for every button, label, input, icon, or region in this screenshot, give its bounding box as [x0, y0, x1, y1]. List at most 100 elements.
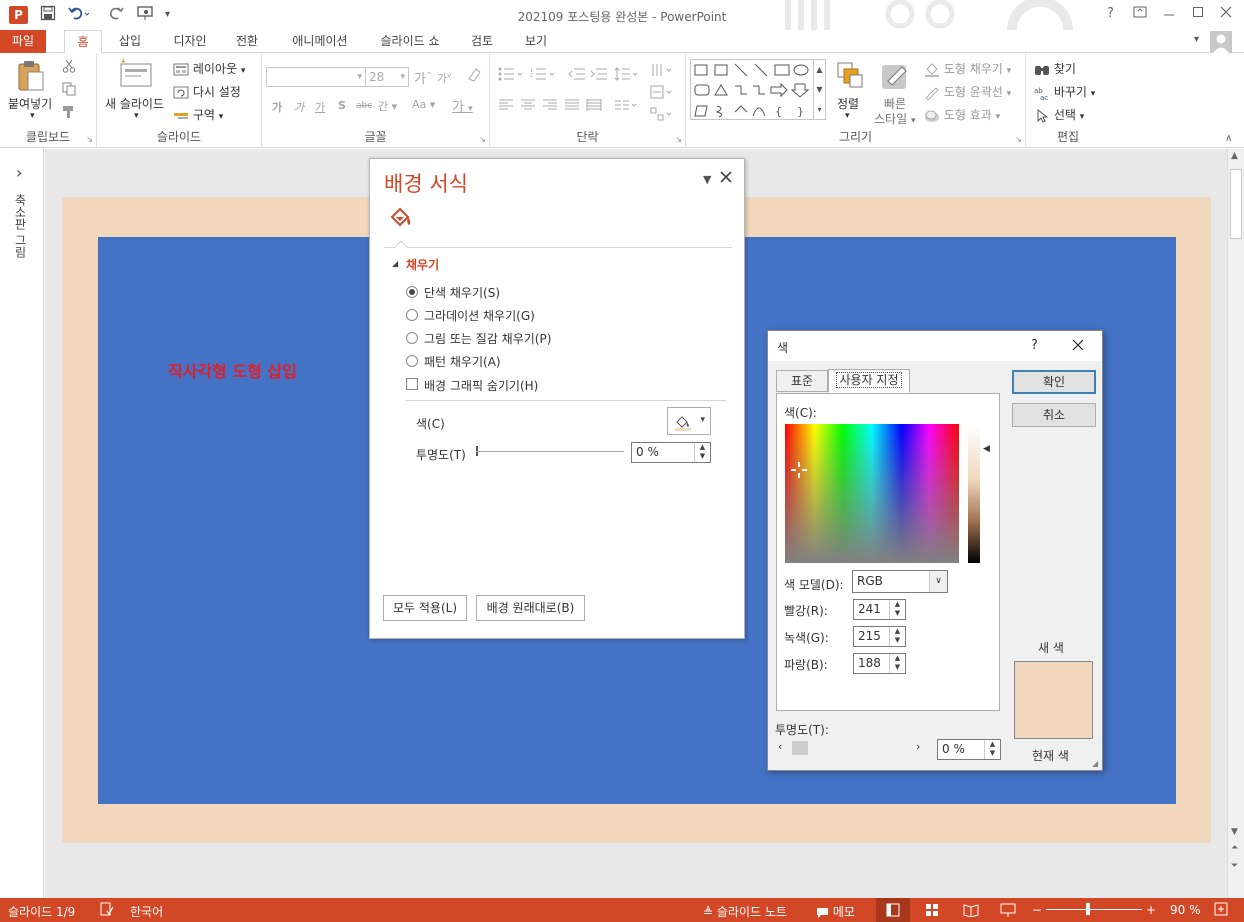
green-input[interactable]: 215 ▲ ▼ [853, 626, 906, 647]
gradient-fill-label[interactable]: 그라데이션 채우기(G) [424, 307, 535, 324]
align-text-icon[interactable] [650, 85, 676, 102]
tab-standard[interactable]: 표준 [776, 370, 828, 392]
arrange-button[interactable]: 정렬 [837, 95, 859, 112]
font-color-icon[interactable]: 가 ▾ [452, 96, 473, 115]
bold-icon[interactable]: 가 [272, 99, 282, 115]
account-dropdown-icon[interactable]: ▾ [1194, 34, 1199, 45]
tab-view[interactable]: 보기 [516, 30, 556, 53]
language-indicator[interactable]: 한국어 [130, 903, 163, 920]
zoom-slider-thumb[interactable] [1086, 903, 1090, 915]
shapes-gallery-scroll[interactable]: ▲ ▼ ▾ [813, 59, 826, 120]
picture-fill-label[interactable]: 그림 또는 질감 채우기(P) [424, 330, 551, 347]
section-collapse-icon[interactable]: ◢ [392, 259, 398, 268]
normal-view-button[interactable] [876, 898, 910, 922]
collapse-ribbon-icon[interactable]: ∧ [1225, 133, 1232, 144]
zoom-in-icon[interactable]: + [1146, 903, 1156, 917]
cut-icon[interactable] [62, 59, 76, 76]
change-case-icon[interactable]: Aa ▾ [412, 98, 435, 111]
radio-pattern-fill[interactable] [406, 355, 418, 367]
shapes-gallery[interactable]: {} [690, 59, 814, 120]
dialog-transparency-spinner-icon[interactable]: ▲ ▼ [984, 740, 1000, 759]
slideshow-view-icon[interactable] [1000, 903, 1016, 920]
drawing-launcher-icon[interactable]: ↘ [1015, 135, 1022, 144]
zoom-slider[interactable] [1046, 903, 1142, 915]
cancel-button[interactable]: 취소 [1012, 403, 1096, 427]
pattern-fill-label[interactable]: 패턴 채우기(A) [424, 353, 501, 370]
red-spinner-icon[interactable]: ▲ ▼ [889, 600, 905, 619]
luminance-pointer-icon[interactable]: ◀ [983, 444, 990, 454]
smartart-icon[interactable] [650, 107, 676, 124]
blue-spinner-icon[interactable]: ▲ ▼ [889, 654, 905, 673]
resize-grip-icon[interactable]: ◢ [1092, 759, 1098, 768]
reset-slide-button[interactable]: 다시 설정 [173, 83, 241, 100]
solid-fill-label[interactable]: 단색 채우기(S) [424, 284, 500, 301]
hide-graphics-checkbox[interactable] [406, 378, 418, 390]
tab-home[interactable]: 홈 [64, 30, 102, 54]
paragraph-launcher-icon[interactable]: ↘ [675, 135, 682, 144]
scroll-up-icon[interactable]: ▲ [1231, 151, 1238, 161]
quick-styles-icon[interactable] [880, 61, 910, 94]
slider-right-icon[interactable]: › [916, 740, 920, 753]
new-slide-icon[interactable] [119, 58, 153, 93]
quick-styles-label-2[interactable]: 스타일 ▾ [874, 110, 915, 127]
transparency-spinner-icon[interactable]: ▲ ▼ [694, 443, 710, 462]
distributed-icon[interactable] [586, 99, 602, 114]
tab-review[interactable]: 검토 [462, 30, 502, 53]
expand-thumbnails-icon[interactable]: › [16, 163, 22, 182]
arrange-dropdown-icon[interactable]: ▾ [845, 111, 850, 121]
reset-background-button[interactable]: 배경 원래대로(B) [476, 595, 585, 621]
color-picker-button[interactable]: ▾ [667, 407, 711, 435]
dialog-close-icon[interactable] [1072, 339, 1084, 354]
select-button[interactable]: 선택 ▾ [1034, 106, 1084, 123]
numbering-icon[interactable]: 12 [530, 67, 558, 84]
dialog-help-button[interactable]: ? [1031, 338, 1038, 353]
dialog-transparency-slider[interactable]: ‹ › [778, 740, 928, 755]
character-spacing-icon[interactable]: 간 ▾ [378, 98, 397, 114]
scroll-thumb[interactable] [1230, 169, 1242, 239]
align-right-icon[interactable] [542, 99, 558, 114]
scroll-down-icon[interactable]: ▼ [1231, 827, 1238, 837]
shape-fill-button[interactable]: 도형 채우기 ▾ [924, 60, 1011, 77]
blue-input[interactable]: 188 ▲ ▼ [853, 653, 906, 674]
notes-button[interactable]: ≜ 슬라이드 노트 [703, 903, 787, 920]
paste-dropdown-icon[interactable]: ▾ [30, 111, 35, 121]
new-slide-dropdown-icon[interactable]: ▾ [134, 111, 139, 121]
fill-category-icon[interactable] [388, 205, 414, 234]
color-spectrum[interactable] [785, 424, 959, 563]
shape-effects-button[interactable]: 도형 효과 ▾ [924, 106, 1000, 123]
color-model-select[interactable]: RGB ∨ [852, 570, 948, 593]
tab-custom[interactable]: 사용자 지정 [828, 369, 910, 393]
tab-file[interactable]: 파일 [0, 30, 46, 53]
zoom-out-icon[interactable]: − [1032, 903, 1042, 917]
radio-solid-fill[interactable] [406, 286, 418, 298]
reading-view-icon[interactable] [963, 903, 979, 920]
slider-left-icon[interactable]: ‹ [778, 740, 782, 753]
decrease-indent-icon[interactable] [568, 67, 586, 84]
hide-graphics-label[interactable]: 배경 그래픽 숨기기(H) [424, 377, 538, 394]
shape-outline-button[interactable]: 도형 윤곽선 ▾ [924, 83, 1011, 100]
comments-button[interactable]: 메모 [816, 903, 855, 920]
new-slide-button[interactable]: 새 슬라이드 [105, 95, 164, 112]
minimize-icon[interactable] [1163, 6, 1175, 22]
arrange-icon[interactable] [836, 61, 864, 94]
ribbon-display-options-icon[interactable] [1133, 6, 1147, 22]
slide-text[interactable]: 직사각형 도형 삽입 [168, 358, 297, 382]
tab-design[interactable]: 디자인 [165, 30, 215, 53]
paste-button[interactable]: 붙여넣기 [8, 95, 52, 112]
tab-slideshow[interactable]: 슬라이드 쇼 [370, 30, 450, 53]
paste-icon[interactable] [14, 59, 46, 96]
layout-button[interactable]: 레이아웃 ▾ [173, 60, 245, 77]
copy-icon[interactable] [62, 82, 78, 99]
italic-icon[interactable]: 가 [294, 99, 304, 115]
fit-to-window-icon[interactable] [1214, 902, 1228, 919]
pane-options-icon[interactable]: ▼ [703, 173, 711, 186]
vertical-scrollbar[interactable]: ▲ ▼ ⏶ ⏷ [1227, 149, 1244, 898]
transparency-input[interactable]: 0 % ▲ ▼ [631, 442, 711, 463]
strikethrough-icon[interactable]: abc [356, 101, 372, 111]
section-button[interactable]: 구역 ▾ [173, 106, 223, 123]
color-model-dropdown-icon[interactable]: ∨ [929, 571, 947, 592]
user-avatar[interactable] [1210, 31, 1232, 53]
pane-close-icon[interactable] [720, 171, 732, 187]
red-input[interactable]: 241 ▲ ▼ [853, 599, 906, 620]
tab-transitions[interactable]: 전환 [227, 30, 267, 53]
